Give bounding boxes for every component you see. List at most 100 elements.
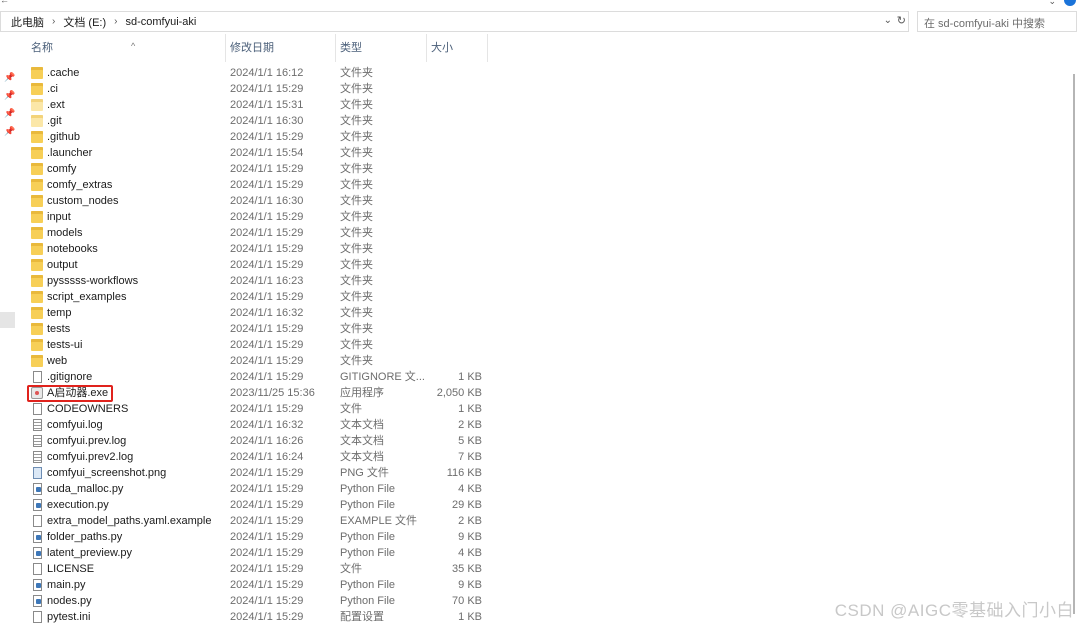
file-name: comfy (47, 163, 77, 175)
file-row[interactable]: comfy_extras 2024/1/1 15:29 文件夹 (28, 177, 498, 193)
file-row[interactable]: nodes.py 2024/1/1 15:29 Python File 70 KB (28, 593, 498, 609)
file-row[interactable]: execution.py 2024/1/1 15:29 Python File 29 … (28, 497, 498, 513)
column-header-size[interactable]: 大小 (427, 34, 488, 62)
file-row[interactable]: comfyui.log 2024/1/1 16:32 文本文档 2 KB (28, 417, 498, 433)
file-date: 2024/1/1 15:54 (230, 147, 304, 159)
file-name: tests-ui (47, 339, 83, 351)
file-row[interactable]: LICENSE 2024/1/1 15:29 文件 35 KB (28, 561, 498, 577)
pin-icon[interactable]: 📌 (4, 72, 15, 83)
scrollbar-thumb[interactable] (1073, 74, 1075, 614)
file-type: Python File (340, 499, 396, 511)
file-row[interactable]: .launcher 2024/1/1 15:54 文件夹 (28, 145, 498, 161)
file-row[interactable]: pytest.ini 2024/1/1 15:29 配置设置 1 KB (28, 609, 498, 625)
folder-icon (31, 339, 43, 351)
file-row[interactable]: comfy 2024/1/1 15:29 文件夹 (28, 161, 498, 177)
file-row[interactable]: tests 2024/1/1 15:29 文件夹 (28, 321, 498, 337)
file-row[interactable]: pysssss-workflows 2024/1/1 16:23 文件夹 (28, 273, 498, 289)
history-dropdown-icon[interactable]: ⌄ (884, 15, 892, 26)
refresh-icon[interactable]: ↻ (897, 14, 906, 27)
file-type: 配置设置 (340, 611, 384, 623)
file-type: 文件夹 (340, 339, 373, 351)
file-row[interactable]: custom_nodes 2024/1/1 16:30 文件夹 (28, 193, 498, 209)
file-row[interactable]: input 2024/1/1 15:29 文件夹 (28, 209, 498, 225)
file-type: 文件夹 (340, 195, 373, 207)
file-row[interactable]: .github 2024/1/1 15:29 文件夹 (28, 129, 498, 145)
file-date: 2024/1/1 16:26 (230, 435, 304, 447)
file-row[interactable]: script_examples 2024/1/1 15:29 文件夹 (28, 289, 498, 305)
file-row[interactable]: models 2024/1/1 15:29 文件夹 (28, 225, 498, 241)
file-type: Python File (340, 595, 396, 607)
file-date: 2024/1/1 15:29 (230, 131, 304, 143)
file-type: 应用程序 (340, 387, 384, 399)
file-type: Python File (340, 547, 396, 559)
column-header-name[interactable]: 名称 ^ (27, 34, 226, 62)
folder-light-icon (31, 99, 43, 111)
pin-icon[interactable]: 📌 (4, 90, 15, 101)
file-date: 2024/1/1 16:12 (230, 67, 304, 79)
file-date: 2024/1/1 15:29 (230, 499, 304, 511)
vertical-scrollbar[interactable] (1068, 34, 1080, 627)
file-date: 2024/1/1 16:32 (230, 419, 304, 431)
file-size: 1 KB (458, 403, 482, 415)
folder-icon (31, 355, 43, 367)
file-row[interactable]: latent_preview.py 2024/1/1 15:29 Python Fi… (28, 545, 498, 561)
file-row[interactable]: comfyui_screenshot.png 2024/1/1 15:29 PNG … (28, 465, 498, 481)
file-row[interactable]: temp 2024/1/1 16:32 文件夹 (28, 305, 498, 321)
folder-icon (31, 67, 43, 79)
file-row[interactable]: notebooks 2024/1/1 15:29 文件夹 (28, 241, 498, 257)
file-name: nodes.py (47, 595, 92, 607)
folder-icon (31, 147, 43, 159)
file-row[interactable]: .git 2024/1/1 16:30 文件夹 (28, 113, 498, 129)
file-row[interactable]: tests-ui 2024/1/1 15:29 文件夹 (28, 337, 498, 353)
file-type: 文件夹 (340, 99, 373, 111)
file-name: pytest.ini (47, 611, 91, 623)
folder-icon (31, 227, 43, 239)
sort-ascending-icon: ^ (131, 41, 136, 51)
file-row[interactable]: .ci 2024/1/1 15:29 文件夹 (28, 81, 498, 97)
search-input[interactable]: 在 sd-comfyui-aki 中搜索 (917, 11, 1077, 32)
file-row[interactable]: CODEOWNERS 2024/1/1 15:29 文件 1 KB (28, 401, 498, 417)
file-row[interactable]: folder_paths.py 2024/1/1 15:29 Python File… (28, 529, 498, 545)
file-date: 2024/1/1 15:29 (230, 531, 304, 543)
breadcrumb-drive-e[interactable]: 文档 (E:) (63, 14, 106, 30)
file-row[interactable]: .gitignore 2024/1/1 15:29 GITIGNORE 文... 1 … (28, 369, 498, 385)
column-header-row: 名称 ^ 修改日期 类型 大小 (17, 34, 1067, 62)
file-date: 2024/1/1 15:31 (230, 99, 304, 111)
pin-icon[interactable]: 📌 (4, 126, 15, 137)
breadcrumb-this-pc[interactable]: 此电脑 (11, 14, 44, 30)
file-row[interactable]: comfyui.prev2.log 2024/1/1 16:24 文本文档 7 KB (28, 449, 498, 465)
file-date: 2024/1/1 15:29 (230, 339, 304, 351)
file-row[interactable]: .ext 2024/1/1 15:31 文件夹 (28, 97, 498, 113)
column-header-type[interactable]: 类型 (336, 34, 427, 62)
file-row[interactable]: web 2024/1/1 15:29 文件夹 (28, 353, 498, 369)
back-arrow-icon[interactable]: ← (0, 0, 9, 5)
breadcrumb-current-folder[interactable]: sd-comfyui-aki (125, 16, 196, 28)
file-size: 1 KB (458, 371, 482, 383)
file-icon (33, 515, 42, 527)
selected-exe-highlight (27, 385, 113, 402)
help-icon[interactable] (1064, 0, 1076, 6)
file-row[interactable]: output 2024/1/1 15:29 文件夹 (28, 257, 498, 273)
file-type: 文件夹 (340, 115, 373, 127)
file-size: 116 KB (446, 467, 482, 479)
file-row[interactable]: extra_model_paths.yaml.example 2024/1/1 1… (28, 513, 498, 529)
file-name: .github (47, 131, 81, 143)
file-row[interactable]: .cache 2024/1/1 16:12 文件夹 (28, 65, 498, 81)
pin-icon[interactable]: 📌 (4, 108, 15, 119)
file-date: 2024/1/1 15:29 (230, 595, 304, 607)
png-file-icon (33, 467, 42, 479)
file-name: cuda_malloc.py (47, 483, 124, 495)
file-name: custom_nodes (47, 195, 119, 207)
file-row[interactable]: cuda_malloc.py 2024/1/1 15:29 Python File 4… (28, 481, 498, 497)
file-row[interactable]: main.py 2024/1/1 15:29 Python File 9 KB (28, 577, 498, 593)
file-row[interactable]: comfyui.prev.log 2024/1/1 16:26 文本文档 5 KB (28, 433, 498, 449)
file-type: 文件夹 (340, 243, 373, 255)
navigation-selected-item[interactable] (0, 312, 15, 328)
column-header-date[interactable]: 修改日期 (226, 34, 336, 62)
address-bar[interactable]: 此电脑 › 文档 (E:) › sd-comfyui-aki ⌄ ↻ (0, 11, 909, 32)
breadcrumb-separator-icon[interactable]: › (114, 16, 117, 27)
file-date: 2024/1/1 15:29 (230, 323, 304, 335)
breadcrumb-separator-icon[interactable]: › (52, 16, 55, 27)
chevron-down-icon[interactable]: ⌄ (1048, 0, 1056, 7)
file-date: 2023/11/25 15:36 (230, 387, 315, 399)
